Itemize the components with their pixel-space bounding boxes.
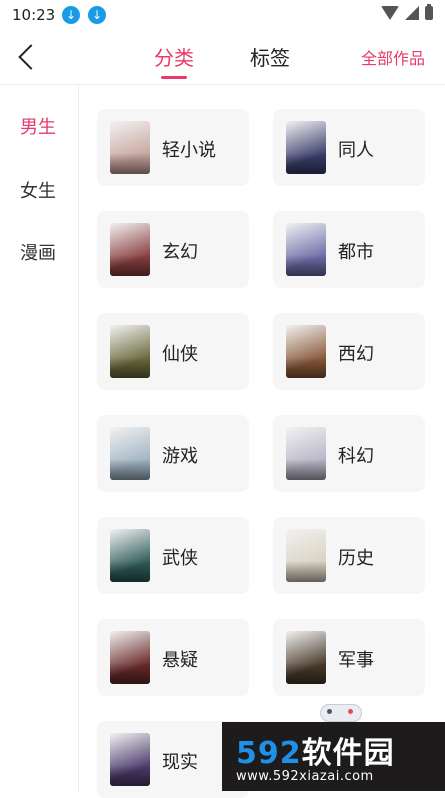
category-card[interactable]: 悬疑	[97, 619, 249, 696]
category-label: 轻小说	[162, 140, 216, 161]
category-label: 游戏	[162, 446, 198, 467]
book-cover-image	[286, 223, 326, 276]
status-time: 10:23	[12, 6, 56, 24]
book-cover-image	[110, 733, 150, 786]
tab-categories[interactable]: 分类	[154, 42, 194, 79]
sidebar: 男生 女生 漫画	[0, 85, 79, 791]
category-label: 悬疑	[162, 650, 198, 671]
category-label: 科幻	[338, 446, 374, 467]
watermark-url: www.592xiazai.com	[236, 769, 374, 784]
category-card[interactable]: 游戏	[97, 415, 249, 492]
category-label: 仙侠	[162, 344, 198, 365]
category-card[interactable]: 同人	[273, 109, 425, 186]
category-card[interactable]: 武侠	[97, 517, 249, 594]
book-cover-image	[286, 631, 326, 684]
category-card[interactable]: 军事	[273, 619, 425, 696]
watermark-brand-number: 592	[236, 736, 302, 771]
category-card[interactable]: 西幻	[273, 313, 425, 390]
book-cover-image	[110, 223, 150, 276]
book-cover-image	[110, 325, 150, 378]
book-cover-image	[110, 121, 150, 174]
watermark-brand-text: 软件园	[301, 736, 395, 771]
watermark-brand: 592软件园	[236, 728, 395, 772]
system-icons	[381, 4, 433, 20]
top-header: 分类 标签 全部作品	[0, 30, 445, 85]
category-label: 现实	[162, 752, 198, 773]
category-card[interactable]: 科幻	[273, 415, 425, 492]
category-label: 都市	[338, 242, 374, 263]
category-label: 西幻	[338, 344, 374, 365]
category-card[interactable]: 历史	[273, 517, 425, 594]
book-cover-image	[286, 121, 326, 174]
category-label: 武侠	[162, 548, 198, 569]
book-cover-image	[286, 325, 326, 378]
category-card[interactable]: 玄幻	[97, 211, 249, 288]
game-controller-icon[interactable]	[318, 700, 364, 722]
category-label: 历史	[338, 548, 374, 569]
category-label: 玄幻	[162, 242, 198, 263]
download-icon: ↓	[62, 6, 80, 24]
download-icon: ↓	[88, 6, 106, 24]
all-works-link[interactable]: 全部作品	[361, 45, 425, 69]
book-cover-image	[110, 631, 150, 684]
book-cover-image	[110, 427, 150, 480]
category-card[interactable]: 都市	[273, 211, 425, 288]
sidebar-item-male[interactable]: 男生	[20, 113, 56, 139]
book-cover-image	[110, 529, 150, 582]
sidebar-item-comics[interactable]: 漫画	[20, 239, 56, 265]
watermark: 592软件园 www.592xiazai.com	[222, 722, 445, 791]
status-bar: 10:23 ↓ ↓	[0, 0, 445, 30]
sidebar-item-female[interactable]: 女生	[20, 177, 56, 203]
back-arrow-icon[interactable]	[14, 44, 42, 72]
category-label: 同人	[338, 140, 374, 161]
battery-icon	[425, 4, 433, 20]
tab-tags[interactable]: 标签	[250, 42, 290, 71]
wifi-icon	[381, 6, 399, 20]
category-card[interactable]: 仙侠	[97, 313, 249, 390]
category-label: 军事	[338, 650, 374, 671]
signal-icon	[405, 6, 419, 20]
book-cover-image	[286, 427, 326, 480]
category-card[interactable]: 轻小说	[97, 109, 249, 186]
book-cover-image	[286, 529, 326, 582]
